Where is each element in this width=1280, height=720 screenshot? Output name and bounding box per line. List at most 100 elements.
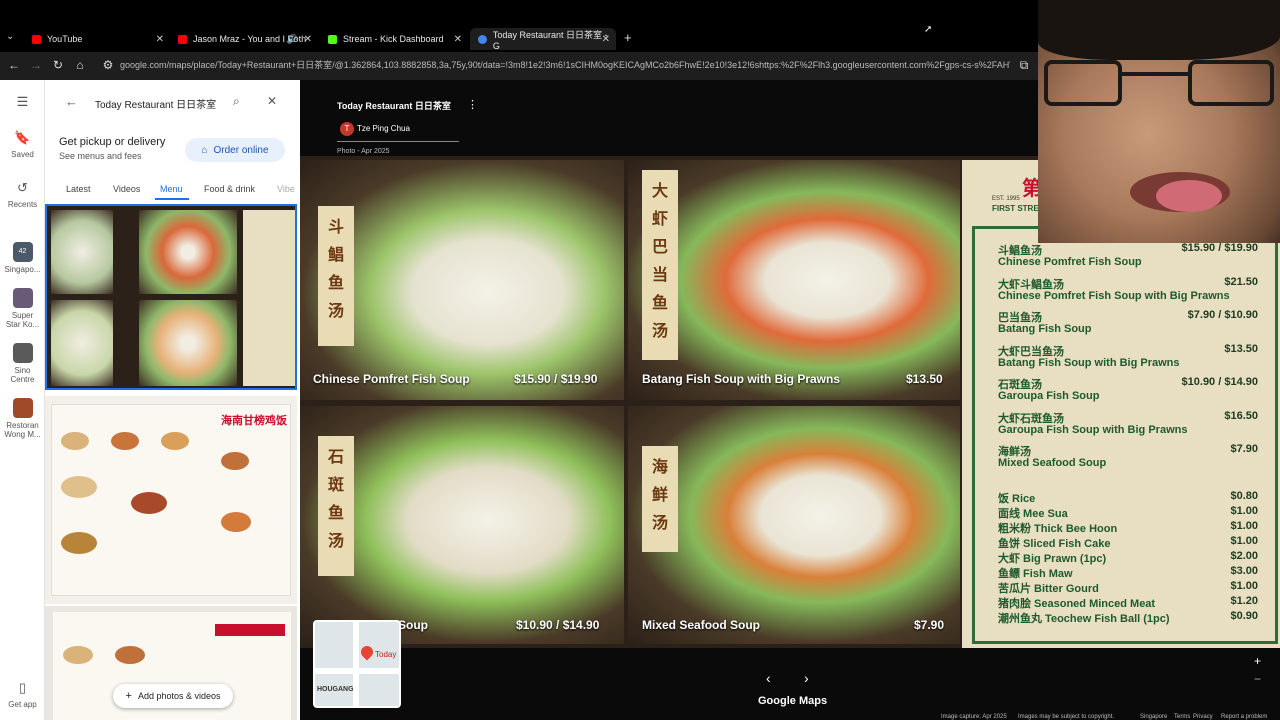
author-avatar[interactable]: T [340, 122, 354, 136]
menu-button[interactable]: ☰ [0, 94, 45, 114]
reload-icon[interactable]: ↻ [50, 58, 66, 72]
tab-menu[interactable]: Menu [160, 184, 183, 194]
cn-char: 斑 [327, 477, 344, 494]
rail-item-label: Recents [7, 200, 38, 209]
plus-icon: + [125, 690, 132, 702]
menu-photo-thumbnail[interactable] [45, 204, 297, 390]
side-item-price: $1.00 [1230, 535, 1258, 547]
chinese-name-column: 海 鲜 汤 [642, 446, 678, 552]
side-item-price: $1.00 [1230, 520, 1258, 532]
close-tab-icon[interactable]: ✕ [156, 34, 164, 45]
map-pin-icon [358, 643, 376, 661]
close-icon[interactable]: ✕ [267, 94, 277, 108]
minimap[interactable]: Today HOUGANG [313, 620, 401, 708]
price-item-price: $21.50 [1224, 275, 1258, 288]
dish-price: $10.90 / $14.90 [516, 618, 600, 632]
side-item: 面线 Mee Sua [998, 508, 1068, 520]
price-item-en: Batang Fish Soup [998, 323, 1092, 335]
order-online-label: Order online [213, 144, 269, 156]
side-item: 饭 Rice [998, 493, 1036, 505]
dish-name: Batang Fish Soup with Big Prawns [642, 372, 841, 386]
back-arrow-icon[interactable]: ← [65, 94, 78, 109]
menu-card: 海 鲜 汤 Mixed Seafood Soup $7.90 [628, 406, 960, 644]
search-box[interactable]: ← Today Restaurant 日日茶室 ⌕ ✕ [55, 90, 293, 116]
tab-kick-dashboard[interactable]: Stream - Kick Dashboard ✕ [320, 28, 468, 50]
maps-left-rail: ☰ 🔖 Saved ↺ Recents 42 Singapo... Super … [0, 80, 45, 720]
close-tab-icon[interactable]: ✕ [602, 34, 610, 45]
rail-item-label: Restoran Wong M... [4, 421, 41, 439]
cn-char: 鱼 [327, 275, 344, 292]
search-input[interactable]: Today Restaurant 日日茶室 [95, 96, 216, 111]
rail-item-recents[interactable]: ↺ Recents [0, 180, 45, 209]
google-maps-icon [478, 34, 487, 44]
glasses-bridge [1122, 72, 1188, 76]
place-title[interactable]: Today Restaurant 日日茶室 [337, 99, 451, 112]
dish-name: Mixed Seafood Soup [642, 618, 761, 632]
cn-char: 汤 [327, 533, 344, 550]
tab-food-drink[interactable]: Food & drink [204, 184, 255, 194]
menu-photo-thumbnail[interactable]: 海南甘榜鸡饭 [45, 396, 297, 604]
tab-search-chevron-icon[interactable]: ⌄ [6, 31, 14, 42]
close-tab-icon[interactable]: ✕ [454, 34, 462, 45]
rail-item-get-app[interactable]: ▯ Get app [0, 680, 45, 709]
tab-vibe[interactable]: Vibe [277, 184, 295, 194]
home-icon[interactable]: ⌂ [72, 58, 88, 72]
price-item-price: $16.50 [1224, 409, 1258, 422]
region-link[interactable]: Singapore [1140, 714, 1167, 720]
rail-item-sino-centre[interactable]: Sino Centre [0, 343, 45, 384]
order-online-button[interactable]: ⌂ Order online [185, 138, 285, 162]
more-options-icon[interactable]: ⋮ [467, 98, 478, 111]
zoom-out-button[interactable]: − [1254, 672, 1261, 686]
tab-youtube[interactable]: YouTube ✕ [24, 28, 170, 50]
rail-item-restoran-wong[interactable]: Restoran Wong M... [0, 398, 45, 439]
cn-char: 大 [651, 183, 668, 200]
place-thumbnail [12, 398, 33, 418]
rail-item-super-star[interactable]: Super Star Ko... [0, 288, 45, 329]
hamburger-menu-icon: ☰ [16, 94, 29, 109]
road [353, 622, 359, 706]
author-name[interactable]: Tze Ping Chua [357, 124, 410, 133]
cn-char: 汤 [327, 303, 344, 320]
tab-latest[interactable]: Latest [66, 184, 91, 194]
tab-jason-mraz[interactable]: Jason Mraz - You and I Both 🔊 ✕ [170, 28, 318, 50]
rail-item-singapore[interactable]: 42 Singapo... [0, 242, 45, 274]
rail-item-saved[interactable]: 🔖 Saved [0, 130, 45, 159]
kick-icon [328, 34, 337, 44]
dish-name: Chinese Pomfret Fish Soup [313, 372, 470, 386]
tab-videos[interactable]: Videos [113, 184, 140, 194]
price-item-en: Garoupa Fish Soup [998, 390, 1100, 402]
dish-image [61, 532, 97, 554]
privacy-link[interactable]: Privacy [1193, 714, 1213, 720]
youtube-icon [178, 34, 187, 44]
price-item-en: Chinese Pomfret Fish Soup with Big Prawn… [998, 289, 1230, 302]
menu-card: 斗 鲳 鱼 汤 Chinese Pomfret Fish Soup $15.90… [300, 160, 624, 400]
zoom-in-button[interactable]: + [1254, 654, 1261, 668]
back-icon[interactable]: ← [6, 58, 22, 72]
tab-google-maps[interactable]: Today Restaurant 日日茶室 - G ✕ [470, 28, 616, 51]
cn-char: 当 [651, 267, 668, 284]
speaker-icon[interactable]: 🔊 [287, 34, 298, 45]
add-photos-button[interactable]: + Add photos & videos [113, 684, 233, 708]
site-settings-icon[interactable]: ⚙ [100, 58, 116, 72]
report-problem-link[interactable]: Report a problem [1221, 714, 1267, 720]
address-bar[interactable]: google.com/maps/place/Today+Restaurant+日… [120, 58, 1010, 71]
cn-char: 鲜 [651, 487, 668, 504]
mouse-cursor-icon: ➚ [924, 24, 933, 35]
price-item-price: $15.90 / $19.90 [1181, 242, 1258, 254]
previous-photo-button[interactable]: ‹ [766, 670, 771, 686]
image-capture-date: Image capture: Apr 2025 [941, 714, 1007, 720]
next-photo-button[interactable]: › [804, 670, 809, 686]
close-tab-icon[interactable]: ✕ [304, 34, 312, 45]
chinese-name-column: 斗 鲳 鱼 汤 [318, 206, 354, 346]
glasses-lens [1044, 60, 1122, 106]
price-item-price: $7.90 / $10.90 [1187, 309, 1258, 321]
cn-char: 鲳 [327, 247, 344, 264]
add-photos-label: Add photos & videos [137, 691, 221, 701]
forward-icon[interactable]: → [28, 58, 44, 72]
rail-item-label: Singapo... [4, 265, 41, 274]
install-app-icon[interactable]: ⧉ [1016, 58, 1032, 73]
search-icon[interactable]: ⌕ [233, 94, 240, 109]
youtube-icon [32, 34, 41, 44]
terms-link[interactable]: Terms [1174, 714, 1190, 720]
new-tab-button[interactable]: + [624, 30, 632, 45]
